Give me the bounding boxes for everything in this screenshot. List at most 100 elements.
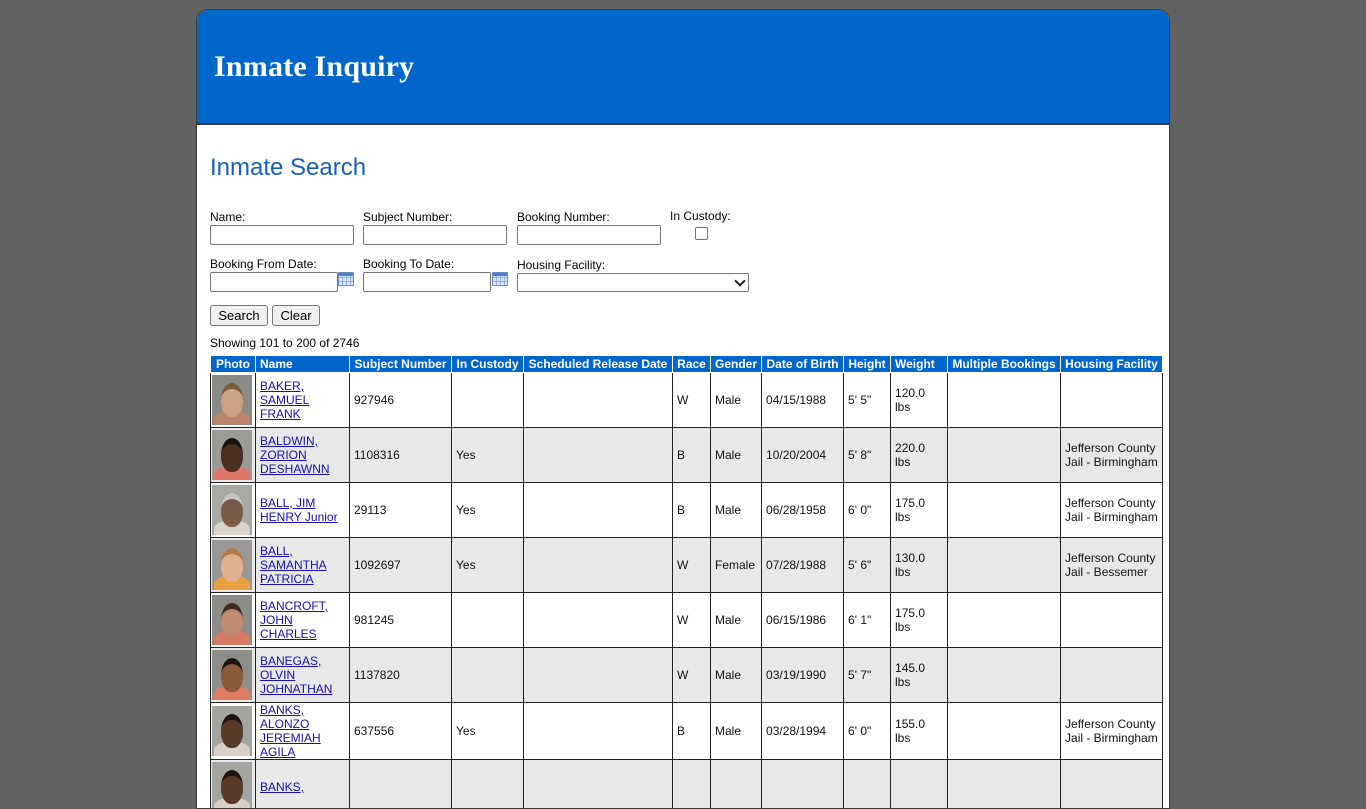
inmate-name-link[interactable]: BAKER, SAMUEL FRANK bbox=[260, 379, 309, 421]
release-date-cell bbox=[524, 538, 673, 593]
release-date-cell bbox=[524, 648, 673, 703]
booking-to-date-label: Booking To Date: bbox=[363, 257, 454, 271]
in-custody-cell: Yes bbox=[452, 703, 524, 760]
weight-cell bbox=[891, 760, 948, 809]
calendar-icon[interactable] bbox=[492, 272, 508, 286]
weight-cell: 130.0 lbs bbox=[891, 538, 948, 593]
name-cell: BALL, JIM HENRY Junior bbox=[256, 483, 350, 538]
subject-number-cell: 927946 bbox=[350, 373, 452, 428]
inmate-name-link[interactable]: BANEGAS, OLVIN JOHNATHAN bbox=[260, 654, 332, 696]
mugshot-image[interactable] bbox=[212, 375, 252, 425]
weight-cell: 175.0 lbs bbox=[891, 483, 948, 538]
gender-cell: Male bbox=[711, 373, 762, 428]
site-title: Inmate Inquiry bbox=[214, 50, 414, 84]
housing-facility-cell bbox=[1061, 593, 1163, 648]
booking-to-date-input[interactable] bbox=[363, 272, 491, 292]
gender-cell: Male bbox=[711, 593, 762, 648]
booking-number-label: Booking Number: bbox=[517, 210, 610, 224]
table-row: BALL, SAMANTHA PATRICIA1092697YesWFemale… bbox=[211, 538, 1163, 593]
search-button[interactable]: Search bbox=[210, 305, 268, 326]
housing-facility-select[interactable] bbox=[517, 273, 749, 292]
height-cell: 5' 7" bbox=[844, 648, 891, 703]
in-custody-cell bbox=[452, 373, 524, 428]
inmate-name-link[interactable]: BANKS, bbox=[260, 780, 304, 794]
dob-cell bbox=[762, 760, 844, 809]
subject-number-cell: 981245 bbox=[350, 593, 452, 648]
dob-cell: 10/20/2004 bbox=[762, 428, 844, 483]
column-header-in-custody: In Custody bbox=[452, 356, 524, 373]
mugshot-image[interactable] bbox=[212, 706, 252, 756]
column-header-weight: Weight bbox=[891, 356, 948, 373]
weight-cell: 220.0 lbs bbox=[891, 428, 948, 483]
inmate-name-link[interactable]: BALL, JIM HENRY Junior bbox=[260, 496, 338, 524]
multiple-bookings-cell bbox=[948, 538, 1061, 593]
site-banner: Inmate Inquiry bbox=[197, 10, 1169, 125]
subject-number-input[interactable] bbox=[363, 225, 507, 245]
name-cell: BAKER, SAMUEL FRANK bbox=[256, 373, 350, 428]
in-custody-cell: Yes bbox=[452, 428, 524, 483]
race-cell: W bbox=[673, 538, 711, 593]
subject-number-cell bbox=[350, 760, 452, 809]
table-row: BAKER, SAMUEL FRANK927946WMale04/15/1988… bbox=[211, 373, 1163, 428]
height-cell: 6' 0" bbox=[844, 703, 891, 760]
page-container: Inmate Inquiry Inmate Search Name: Subje… bbox=[196, 9, 1170, 809]
name-input[interactable] bbox=[210, 225, 354, 245]
results-header-row: Photo Name Subject Number In Custody Sch… bbox=[211, 356, 1163, 373]
subject-number-cell: 1137820 bbox=[350, 648, 452, 703]
dob-cell: 04/15/1988 bbox=[762, 373, 844, 428]
inmate-name-link[interactable]: BANCROFT, JOHN CHARLES bbox=[260, 599, 328, 641]
clear-button[interactable]: Clear bbox=[272, 305, 320, 326]
mugshot-image[interactable] bbox=[212, 762, 252, 809]
height-cell: 6' 1" bbox=[844, 593, 891, 648]
dob-cell: 06/15/1986 bbox=[762, 593, 844, 648]
inmate-name-link[interactable]: BALL, SAMANTHA PATRICIA bbox=[260, 544, 327, 586]
inmate-name-link[interactable]: BANKS, ALONZO JEREMIAH AGILA bbox=[260, 703, 321, 759]
gender-cell: Female bbox=[711, 538, 762, 593]
table-row: BANKS, ALONZO JEREMIAH AGILA637556YesBMa… bbox=[211, 703, 1163, 760]
height-cell bbox=[844, 760, 891, 809]
multiple-bookings-cell bbox=[948, 648, 1061, 703]
housing-facility-cell: Jefferson County Jail - Birmingham bbox=[1061, 703, 1163, 760]
results-table: Photo Name Subject Number In Custody Sch… bbox=[210, 355, 1163, 809]
in-custody-label: In Custody: bbox=[670, 209, 731, 223]
photo-cell bbox=[211, 428, 256, 483]
mugshot-image[interactable] bbox=[212, 485, 252, 535]
column-header-subject-number: Subject Number bbox=[350, 356, 452, 373]
photo-cell bbox=[211, 593, 256, 648]
race-cell: W bbox=[673, 593, 711, 648]
column-header-photo: Photo bbox=[211, 356, 256, 373]
mugshot-image[interactable] bbox=[212, 540, 252, 590]
multiple-bookings-cell bbox=[948, 703, 1061, 760]
inmate-name-link[interactable]: BALDWIN, ZORION DESHAWNN bbox=[260, 434, 330, 476]
booking-number-input[interactable] bbox=[517, 225, 661, 245]
mugshot-image[interactable] bbox=[212, 650, 252, 700]
release-date-cell bbox=[524, 483, 673, 538]
housing-facility-label: Housing Facility: bbox=[517, 258, 605, 272]
multiple-bookings-cell bbox=[948, 373, 1061, 428]
mugshot-image[interactable] bbox=[212, 595, 252, 645]
gender-cell: Male bbox=[711, 648, 762, 703]
column-header-name: Name bbox=[256, 356, 350, 373]
results-count: Showing 101 to 200 of 2746 bbox=[210, 336, 359, 350]
in-custody-checkbox[interactable] bbox=[695, 227, 708, 240]
name-cell: BALL, SAMANTHA PATRICIA bbox=[256, 538, 350, 593]
name-cell: BANCROFT, JOHN CHARLES bbox=[256, 593, 350, 648]
subject-number-cell: 637556 bbox=[350, 703, 452, 760]
subject-number-cell: 1092697 bbox=[350, 538, 452, 593]
height-cell: 6' 0" bbox=[844, 483, 891, 538]
calendar-icon[interactable] bbox=[338, 272, 354, 286]
weight-cell: 175.0 lbs bbox=[891, 593, 948, 648]
height-cell: 5' 5" bbox=[844, 373, 891, 428]
race-cell: B bbox=[673, 428, 711, 483]
in-custody-cell bbox=[452, 648, 524, 703]
photo-cell bbox=[211, 703, 256, 760]
housing-facility-cell: Jefferson County Jail - Bessemer bbox=[1061, 538, 1163, 593]
height-cell: 5' 6" bbox=[844, 538, 891, 593]
column-header-release-date: Scheduled Release Date bbox=[524, 356, 673, 373]
booking-from-date-input[interactable] bbox=[210, 272, 338, 292]
weight-cell: 120.0 lbs bbox=[891, 373, 948, 428]
photo-cell bbox=[211, 538, 256, 593]
name-cell: BANKS, bbox=[256, 760, 350, 809]
housing-facility-cell bbox=[1061, 760, 1163, 809]
mugshot-image[interactable] bbox=[212, 430, 252, 480]
